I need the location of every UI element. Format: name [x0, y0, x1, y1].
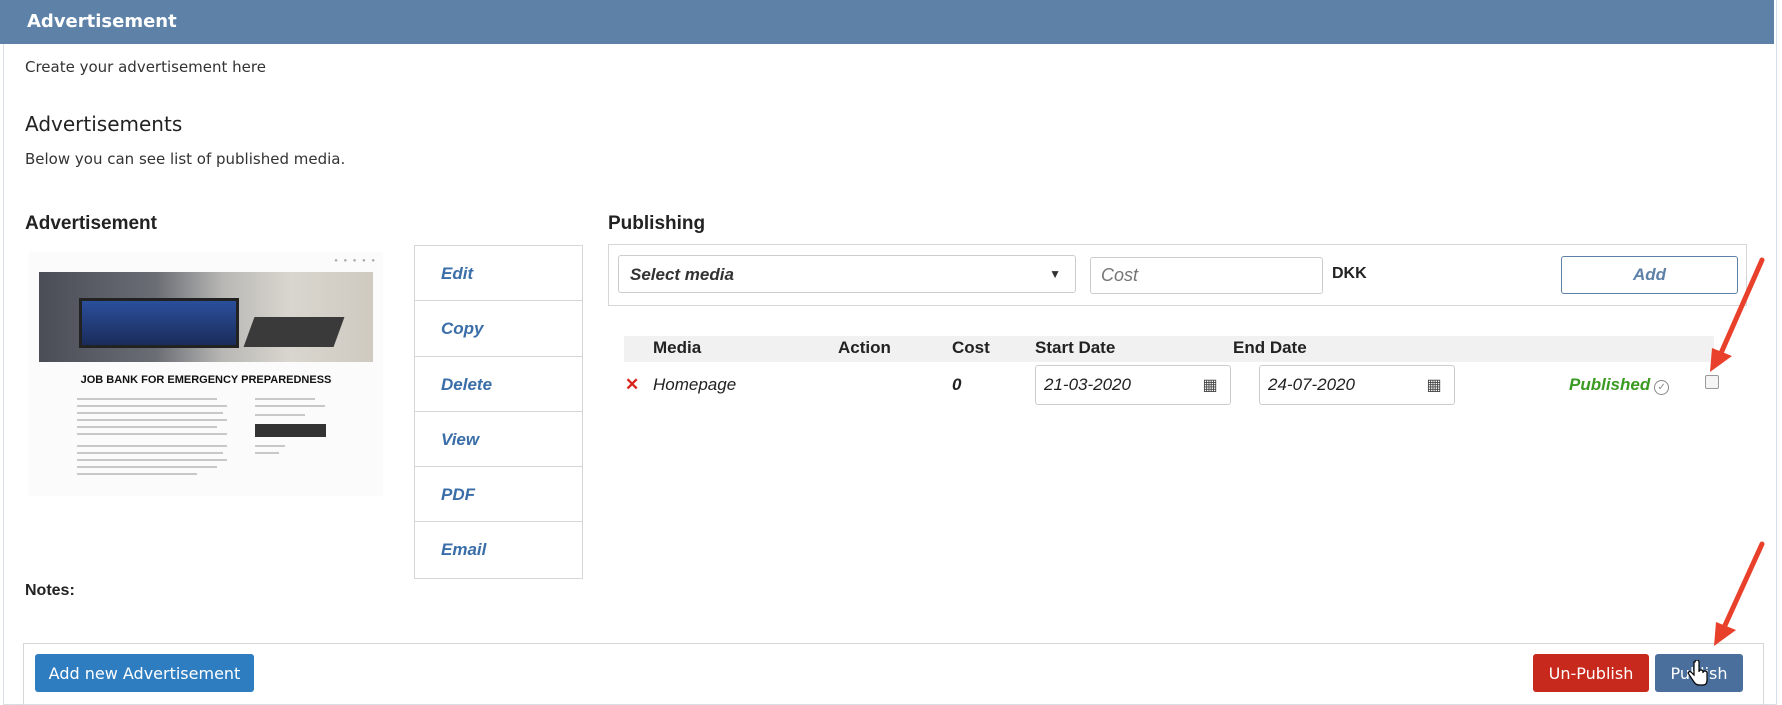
thumbnail-dots: ● ● ● ● ● — [334, 258, 377, 264]
laptop-image — [79, 298, 239, 348]
publishing-heading: Publishing — [608, 213, 706, 234]
view-action[interactable]: View — [415, 412, 582, 468]
thumbnail-text-line — [77, 405, 227, 407]
thumbnail-apply-button — [255, 424, 326, 437]
advertisement-thumbnail[interactable]: ● ● ● ● ● JOB BANK FOR EMERGENCY PREPARE… — [29, 252, 383, 496]
thumbnail-title: JOB BANK FOR EMERGENCY PREPAREDNESS — [80, 374, 332, 386]
thumbnail-text-line — [255, 414, 305, 416]
footer-bar — [23, 643, 1764, 705]
thumbnail-text-line — [77, 398, 217, 400]
column-cost: Cost — [952, 338, 990, 357]
tablet-image — [243, 317, 345, 347]
row-cost: 0 — [952, 375, 962, 394]
advertisements-heading: Advertisements — [25, 112, 183, 136]
add-button[interactable]: Add — [1561, 256, 1738, 294]
advertisement-actions: Edit Copy Delete View PDF Email — [414, 245, 583, 579]
chevron-down-icon: ▼ — [1049, 267, 1061, 281]
thumbnail-text-line — [77, 412, 223, 414]
advertisement-heading: Advertisement — [25, 213, 157, 234]
status-badge: Published ✓ — [1569, 375, 1670, 395]
thumbnail-text-line — [77, 433, 227, 435]
thumbnail-text-line — [77, 466, 217, 468]
thumbnail-text-line — [255, 398, 315, 400]
thumbnail-text-line — [77, 459, 227, 461]
thumbnail-text-line — [77, 452, 223, 454]
thumbnail-text-line — [77, 473, 197, 475]
column-action: Action — [838, 338, 891, 357]
column-start-date: Start Date — [1035, 338, 1116, 357]
edit-action[interactable]: Edit — [415, 246, 582, 302]
copy-action[interactable]: Copy — [415, 301, 582, 357]
calendar-icon[interactable]: ▦ — [1190, 365, 1231, 405]
unpublish-button[interactable]: Un-Publish — [1533, 654, 1649, 692]
end-date-input[interactable] — [1259, 365, 1415, 405]
thumbnail-text-line — [77, 419, 227, 421]
notes-label: Notes: — [25, 582, 75, 599]
cost-input[interactable] — [1090, 257, 1323, 294]
pdf-action[interactable]: PDF — [415, 467, 582, 523]
email-action[interactable]: Email — [415, 522, 582, 577]
delete-action[interactable]: Delete — [415, 357, 582, 412]
thumbnail-text-line — [255, 405, 325, 407]
media-select[interactable]: Select media ▼ — [618, 255, 1076, 293]
status-text: Published — [1569, 375, 1651, 394]
media-select-value: Select media — [630, 265, 734, 284]
thumbnail-photo — [39, 272, 373, 362]
table-header — [624, 336, 1714, 362]
remove-icon[interactable]: ✕ — [625, 375, 639, 395]
start-date-input[interactable] — [1035, 365, 1191, 405]
thumbnail-text-line — [77, 426, 217, 428]
row-media: Homepage — [653, 375, 737, 394]
check-circle-icon: ✓ — [1654, 380, 1670, 395]
row-select-checkbox[interactable] — [1705, 375, 1719, 389]
calendar-icon[interactable]: ▦ — [1414, 365, 1455, 405]
advertisements-subtext: Below you can see list of published medi… — [25, 150, 346, 168]
panel-header-title: Advertisement — [0, 0, 1774, 44]
intro-text: Create your advertisement here — [25, 58, 266, 76]
thumbnail-text-line — [255, 452, 279, 454]
publish-button[interactable]: Publish — [1655, 654, 1743, 692]
thumbnail-text-line — [77, 445, 227, 447]
currency-label: DKK — [1332, 265, 1367, 282]
add-new-advertisement-button[interactable]: Add new Advertisement — [35, 654, 254, 692]
column-end-date: End Date — [1233, 338, 1307, 357]
thumbnail-text-line — [255, 445, 285, 447]
column-media: Media — [653, 338, 702, 357]
